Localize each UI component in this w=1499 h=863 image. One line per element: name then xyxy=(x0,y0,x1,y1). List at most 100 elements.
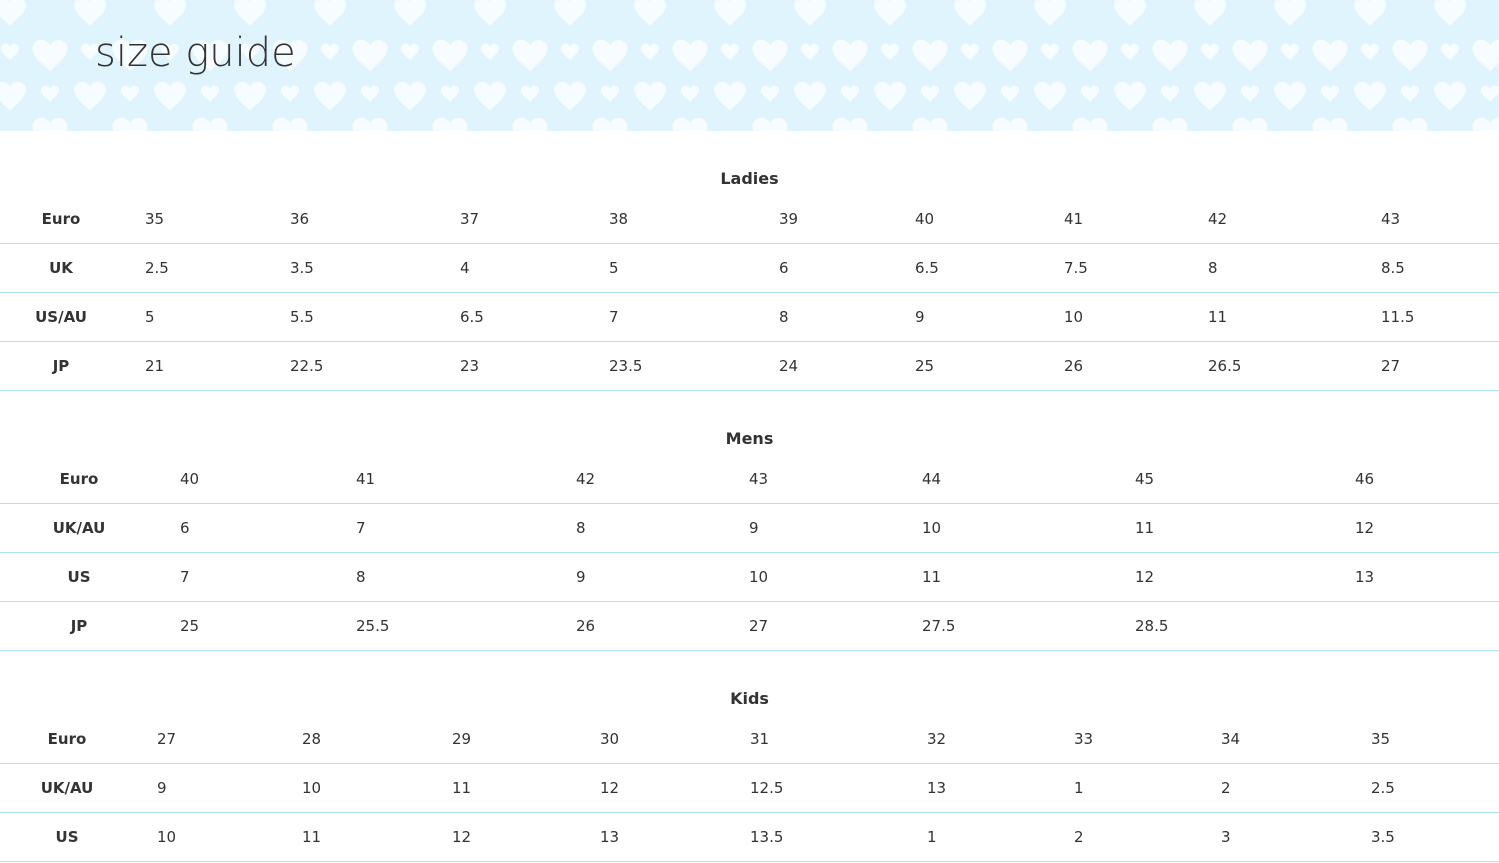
table-cell: 3.5 xyxy=(1371,828,1395,846)
table-cell: 5 xyxy=(145,308,155,326)
table-cell: 43 xyxy=(749,470,769,488)
heart-icon xyxy=(640,43,660,61)
heart-icon xyxy=(1472,39,1499,72)
heart-icon xyxy=(874,81,906,111)
page-title: size guide xyxy=(95,30,296,76)
table-cell: 27 xyxy=(157,730,177,748)
table-cell: 12 xyxy=(600,779,620,797)
table-cell: 7.5 xyxy=(1064,259,1088,277)
heart-icon xyxy=(720,43,740,61)
table-cell: 4 xyxy=(460,259,470,277)
heart-icon xyxy=(200,85,220,103)
table-cell: 34 xyxy=(1221,730,1241,748)
table-cell: 7 xyxy=(609,308,619,326)
heart-icon xyxy=(74,0,106,26)
heart-icon xyxy=(1280,43,1300,61)
row-label: Euro xyxy=(59,470,99,488)
heart-icon xyxy=(1434,81,1466,111)
row-label: JP xyxy=(70,617,88,635)
table-cell: 33 xyxy=(1074,730,1094,748)
table-cell: 44 xyxy=(922,470,942,488)
table-row: Euro 35 36 37 38 39 40 41 42 43 xyxy=(0,194,1499,244)
heart-icon xyxy=(234,81,266,111)
heart-icon xyxy=(1480,85,1499,103)
heart-icon xyxy=(32,117,68,131)
heart-icon xyxy=(992,117,1028,131)
section-title: Mens xyxy=(725,429,774,448)
heart-icon xyxy=(874,0,906,26)
table-cell: 1 xyxy=(927,828,937,846)
table-cell: 1 xyxy=(1074,779,1084,797)
heart-icon xyxy=(1354,0,1386,26)
heart-icon xyxy=(840,85,860,103)
heart-icon xyxy=(554,81,586,111)
table-row: US 7 8 9 10 11 12 13 xyxy=(0,552,1499,602)
heart-icon xyxy=(1232,39,1268,72)
heart-icon xyxy=(1274,0,1306,26)
table-cell: 7 xyxy=(180,568,190,586)
heart-icon xyxy=(680,85,700,103)
table-cell: 8 xyxy=(576,519,586,537)
heart-icon xyxy=(960,43,980,61)
table-cell: 27 xyxy=(1381,357,1401,375)
table-cell: 21 xyxy=(145,357,165,375)
table-cell: 12.5 xyxy=(750,779,784,797)
heart-icon xyxy=(1400,85,1420,103)
heart-icon xyxy=(672,117,708,131)
table-cell: 23 xyxy=(460,357,480,375)
table-cell: 46 xyxy=(1355,470,1375,488)
table-cell: 13 xyxy=(600,828,620,846)
heart-icon xyxy=(40,85,60,103)
heart-icon xyxy=(360,85,380,103)
table-cell: 43 xyxy=(1381,210,1401,228)
heart-icon xyxy=(440,85,460,103)
table-cell: 35 xyxy=(1371,730,1391,748)
table-cell: 2.5 xyxy=(145,259,169,277)
table-cell: 41 xyxy=(1064,210,1084,228)
heart-icon xyxy=(912,39,948,72)
table-cell: 12 xyxy=(452,828,472,846)
heart-icon xyxy=(32,39,68,72)
row-label: US xyxy=(55,828,79,846)
heart-icon xyxy=(760,85,780,103)
table-cell: 13 xyxy=(927,779,947,797)
heart-icon xyxy=(352,117,388,131)
table-cell: 26 xyxy=(1064,357,1084,375)
heart-icon xyxy=(1114,0,1146,26)
table-cell: 24 xyxy=(779,357,799,375)
heart-icon xyxy=(1232,117,1268,131)
table-cell: 11 xyxy=(452,779,472,797)
heart-icon xyxy=(592,39,628,72)
table-row: Euro 40 41 42 43 44 45 46 xyxy=(0,454,1499,504)
heart-icon xyxy=(1000,85,1020,103)
table-cell: 2 xyxy=(1074,828,1084,846)
row-label: US/AU xyxy=(35,308,87,326)
heart-icon xyxy=(1240,85,1260,103)
heart-icon xyxy=(432,117,468,131)
section-title: Ladies xyxy=(720,169,779,188)
heart-icon xyxy=(1312,117,1348,131)
table-cell: 8 xyxy=(779,308,789,326)
table-cell: 11 xyxy=(302,828,322,846)
heart-icon xyxy=(634,81,666,111)
table-cell: 28 xyxy=(302,730,322,748)
heart-icon xyxy=(800,43,820,61)
heart-icon xyxy=(752,39,788,72)
table-row: UK/AU 9 10 11 12 12.5 13 1 2 2.5 xyxy=(0,763,1499,813)
table-row: JP 21 22.5 23 23.5 24 25 26 26.5 27 xyxy=(0,341,1499,391)
heart-icon xyxy=(0,81,26,111)
table-cell: 40 xyxy=(915,210,935,228)
table-cell: 39 xyxy=(779,210,799,228)
table-cell: 35 xyxy=(145,210,165,228)
heart-icon xyxy=(920,85,940,103)
heart-icon xyxy=(520,85,540,103)
heart-icon xyxy=(512,39,548,72)
heart-icon xyxy=(1392,39,1428,72)
row-label: Euro xyxy=(41,210,81,228)
table-cell: 26 xyxy=(576,617,596,635)
heart-icon xyxy=(0,43,20,61)
table-cell: 11 xyxy=(1135,519,1155,537)
heart-icon xyxy=(592,117,628,131)
heart-icon xyxy=(1034,0,1066,26)
table-cell: 36 xyxy=(290,210,310,228)
